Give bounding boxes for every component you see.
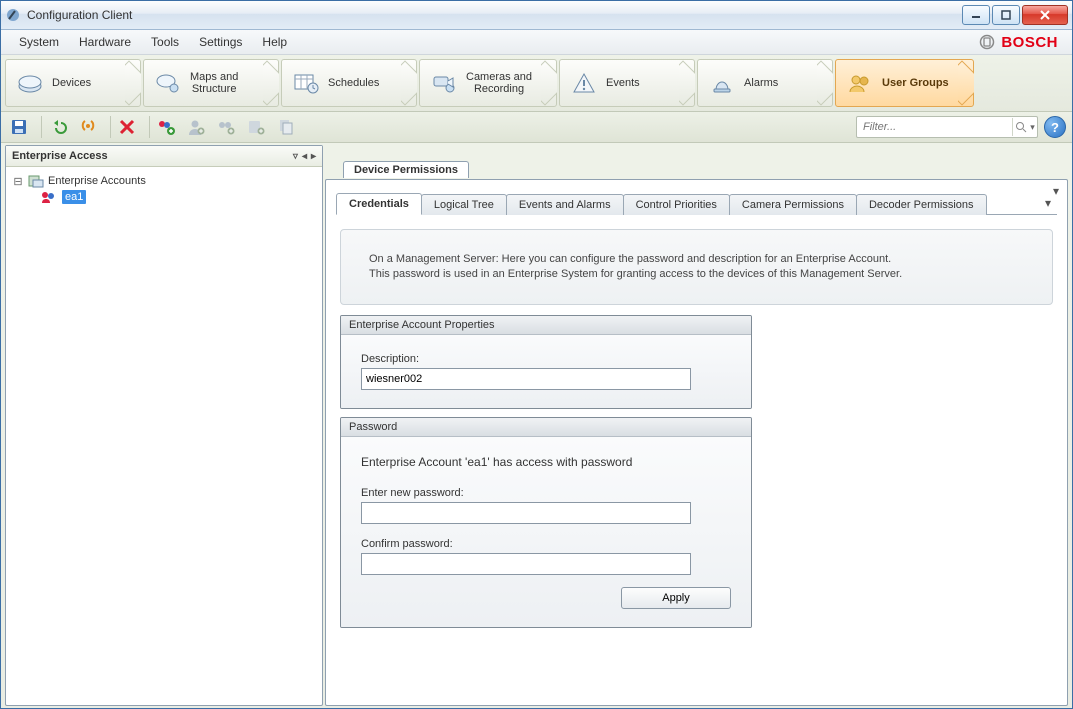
sidebar-title: Enterprise Access: [12, 150, 108, 162]
server-icon: [28, 174, 44, 188]
app-icon: [5, 7, 21, 23]
close-button[interactable]: [1022, 5, 1068, 25]
tab-maps-label: Maps and Structure: [190, 71, 238, 95]
tree-item-label: ea1: [62, 190, 86, 204]
apply-button[interactable]: Apply: [621, 587, 731, 609]
sidebar-next-icon[interactable]: ▸: [311, 151, 316, 162]
tab-schedules-label: Schedules: [328, 77, 379, 89]
subtabs: Credentials Logical Tree Events and Alar…: [336, 192, 1057, 215]
add-user-button[interactable]: [184, 115, 208, 139]
panel-title-tab[interactable]: Device Permissions: [343, 161, 469, 178]
add-account-button[interactable]: [244, 115, 268, 139]
new-password-label: Enter new password:: [361, 487, 731, 499]
main-panel: Device Permissions ▾ Credentials Logical…: [325, 145, 1068, 706]
tree-root-label: Enterprise Accounts: [48, 175, 146, 187]
account-icon: [40, 190, 58, 204]
subtab-credentials[interactable]: Credentials: [336, 193, 422, 215]
menu-system[interactable]: System: [9, 32, 69, 52]
tab-alarms-label: Alarms: [744, 77, 778, 89]
sidebar-pin-icon[interactable]: ▿: [293, 151, 298, 162]
sidebar-header: Enterprise Access ▿ ◂ ▸: [6, 146, 322, 167]
add-usergroup-button[interactable]: [154, 115, 178, 139]
hint-line1: On a Management Server: Here you can con…: [369, 252, 1024, 267]
tab-events-label: Events: [606, 77, 640, 89]
filter-box: ▾: [856, 116, 1038, 138]
help-button[interactable]: ?: [1044, 116, 1066, 138]
cameras-icon: [430, 69, 458, 97]
maps-icon: [154, 69, 182, 97]
copy-button[interactable]: [274, 115, 298, 139]
password-status: Enterprise Account 'ea1' has access with…: [361, 455, 632, 469]
menu-help[interactable]: Help: [252, 32, 297, 52]
activate-button[interactable]: [76, 115, 100, 139]
body: Enterprise Access ▿ ◂ ▸ ⊟ Enterprise Acc…: [1, 143, 1072, 708]
group-password-title: Password: [341, 418, 751, 437]
group-account-properties: Enterprise Account Properties Descriptio…: [340, 315, 752, 409]
subtab-cameraperms[interactable]: Camera Permissions: [729, 194, 857, 215]
usergroups-icon: [846, 69, 874, 97]
sidebar: Enterprise Access ▿ ◂ ▸ ⊟ Enterprise Acc…: [5, 145, 323, 706]
panel-header: Device Permissions: [343, 161, 1068, 179]
menu-settings[interactable]: Settings: [189, 32, 252, 52]
description-input[interactable]: [361, 368, 691, 390]
save-button[interactable]: [7, 115, 31, 139]
brand-icon: [979, 34, 995, 50]
menu-tools[interactable]: Tools: [141, 32, 189, 52]
new-password-input[interactable]: [361, 502, 691, 524]
tab-schedules[interactable]: Schedules: [281, 59, 417, 107]
panel-menu-icon[interactable]: ▾: [1053, 184, 1059, 198]
app-window: Configuration Client System Hardware Too…: [0, 0, 1073, 709]
tab-cameras[interactable]: Cameras and Recording: [419, 59, 557, 107]
undo-button[interactable]: [46, 115, 70, 139]
menubar: System Hardware Tools Settings Help BOSC…: [1, 30, 1072, 55]
menu-hardware[interactable]: Hardware: [69, 32, 141, 52]
tree-root[interactable]: ⊟ Enterprise Accounts: [10, 173, 318, 189]
tree: ⊟ Enterprise Accounts ea1: [6, 167, 322, 211]
search-icon[interactable]: [1012, 118, 1028, 136]
confirm-password-input[interactable]: [361, 553, 691, 575]
tab-devices-label: Devices: [52, 77, 91, 89]
group-account-properties-title: Enterprise Account Properties: [341, 316, 751, 335]
tree-item-ea1[interactable]: ea1: [10, 189, 318, 205]
tab-cameras-label: Cameras and Recording: [466, 71, 532, 95]
devices-icon: [16, 69, 44, 97]
tree-collapse-icon[interactable]: ⊟: [12, 175, 24, 188]
tab-events[interactable]: Events: [559, 59, 695, 107]
subtab-decoderperms[interactable]: Decoder Permissions: [856, 194, 987, 215]
hint-line2: This password is used in an Enterprise S…: [369, 267, 1024, 282]
toolbar: ▾ ?: [1, 112, 1072, 143]
events-icon: [570, 69, 598, 97]
confirm-password-label: Confirm password:: [361, 538, 731, 550]
titlebar: Configuration Client: [1, 1, 1072, 30]
maximize-button[interactable]: [992, 5, 1020, 25]
workflow-tabs: Devices Maps and Structure Schedules Cam…: [1, 55, 1072, 112]
minimize-button[interactable]: [962, 5, 990, 25]
panel-body: ▾ Credentials Logical Tree Events and Al…: [325, 179, 1068, 706]
window-title: Configuration Client: [27, 8, 132, 22]
subtab-eventsalarms[interactable]: Events and Alarms: [506, 194, 624, 215]
group-password: Password Enterprise Account 'ea1' has ac…: [340, 417, 752, 628]
tab-alarms[interactable]: Alarms: [697, 59, 833, 107]
add-dualauth-button[interactable]: [214, 115, 238, 139]
tab-usergroups-label: User Groups: [882, 77, 949, 89]
description-label: Description:: [361, 353, 731, 365]
hint-box: On a Management Server: Here you can con…: [340, 229, 1053, 305]
tab-usergroups[interactable]: User Groups: [835, 59, 974, 107]
brand-text: BOSCH: [1001, 34, 1058, 51]
tab-devices[interactable]: Devices: [5, 59, 141, 107]
subtab-logicaltree[interactable]: Logical Tree: [421, 194, 507, 215]
alarms-icon: [708, 69, 736, 97]
brand: BOSCH: [979, 34, 1064, 51]
tab-maps[interactable]: Maps and Structure: [143, 59, 279, 107]
delete-button[interactable]: [115, 115, 139, 139]
filter-input[interactable]: [857, 121, 1012, 133]
schedules-icon: [292, 69, 320, 97]
subtab-controlpriorities[interactable]: Control Priorities: [623, 194, 730, 215]
filter-dropdown[interactable]: ▾: [1028, 122, 1037, 133]
sidebar-prev-icon[interactable]: ◂: [302, 151, 307, 162]
